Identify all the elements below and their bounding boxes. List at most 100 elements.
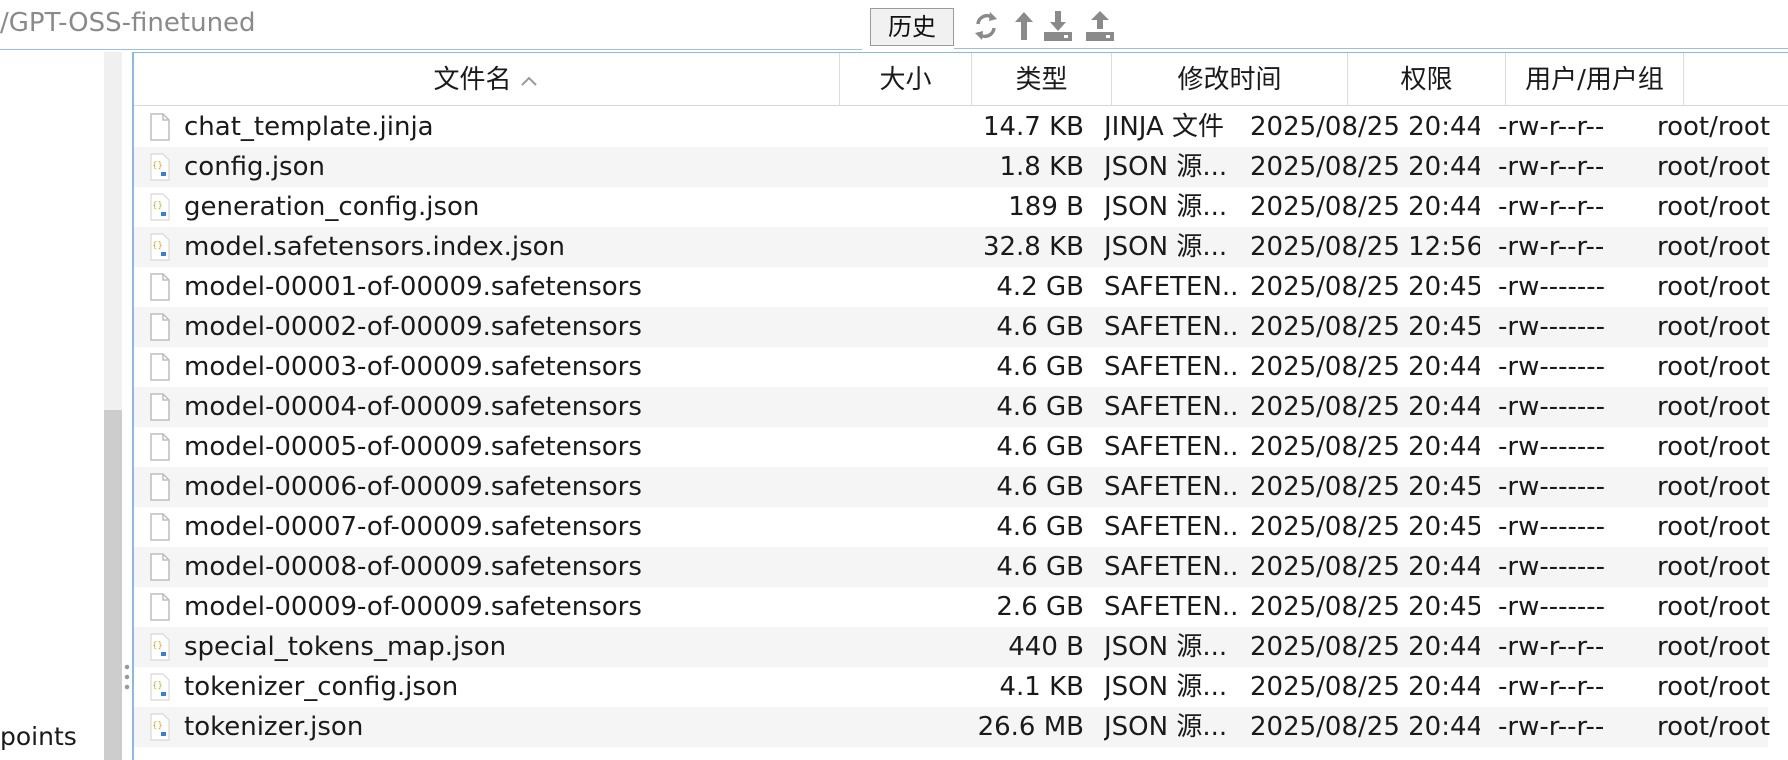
file-icon xyxy=(148,353,172,381)
file-modified: 2025/08/25 12:56 xyxy=(1250,232,1480,262)
table-row[interactable]: {} config.json 1.8 KB JSON 源... 2025/08/25 2… xyxy=(134,147,1770,187)
json-file-icon: {} xyxy=(148,713,172,741)
directory-tree-pane[interactable] xyxy=(0,52,104,760)
table-row[interactable]: model-00001-of-00009.safetensors 4.2 GB SA… xyxy=(134,267,1770,307)
column-header-type[interactable]: 类型 xyxy=(972,53,1112,105)
up-directory-icon[interactable] xyxy=(1008,8,1040,44)
svg-text:{}: {} xyxy=(152,161,163,171)
file-name: tokenizer_config.json xyxy=(184,672,459,702)
pane-splitter[interactable] xyxy=(122,52,132,760)
file-permissions: -rw------- xyxy=(1498,392,1606,422)
file-name: model-00003-of-00009.safetensors xyxy=(184,352,642,382)
file-permissions: -rw------- xyxy=(1498,552,1606,582)
table-row[interactable]: model-00006-of-00009.safetensors 4.6 GB SA… xyxy=(134,467,1770,507)
table-header: 文件名 大小 类型 修改时间 权限 用户/用户组 xyxy=(134,53,1788,106)
file-list: chat_template.jinja 14.7 KB JINJA 文件 2025/0… xyxy=(134,107,1770,747)
file-name: model-00002-of-00009.safetensors xyxy=(184,312,642,342)
svg-text:{}: {} xyxy=(152,641,163,651)
table-row[interactable]: {} tokenizer.json 26.6 MB JSON 源... 2025/08/… xyxy=(134,707,1770,747)
file-owner: root/root xyxy=(1657,432,1771,462)
file-modified: 2025/08/25 20:45 xyxy=(1250,312,1480,342)
file-permissions: -rw------- xyxy=(1498,312,1606,342)
file-permissions: -rw------- xyxy=(1498,512,1606,542)
file-size: 440 B xyxy=(1008,632,1084,662)
file-permissions: -rw------- xyxy=(1498,472,1606,502)
file-name: tokenizer.json xyxy=(184,712,364,742)
file-icon xyxy=(148,593,172,621)
file-owner: root/root xyxy=(1657,392,1771,422)
history-button[interactable]: 历史 xyxy=(870,8,954,46)
file-type: JSON 源... xyxy=(1104,192,1228,222)
json-file-icon: {} xyxy=(148,673,172,701)
table-row[interactable]: model-00005-of-00009.safetensors 4.6 GB SA… xyxy=(134,427,1770,467)
table-row[interactable]: {} generation_config.json 189 B JSON 源... 20… xyxy=(134,187,1770,227)
file-permissions: -rw------- xyxy=(1498,272,1606,302)
file-permissions: -rw------- xyxy=(1498,432,1606,462)
column-header-name-label: 文件名 xyxy=(433,65,512,95)
table-row[interactable]: chat_template.jinja 14.7 KB JINJA 文件 2025/0… xyxy=(134,107,1770,147)
json-file-icon: {} xyxy=(148,153,172,181)
file-owner: root/root xyxy=(1657,352,1771,382)
upload-icon[interactable] xyxy=(1084,8,1116,44)
file-modified: 2025/08/25 20:44 xyxy=(1250,352,1480,382)
tree-scrollbar-thumb[interactable] xyxy=(104,410,122,760)
file-size: 4.2 GB xyxy=(996,272,1084,302)
file-modified: 2025/08/25 20:44 xyxy=(1250,192,1480,222)
file-icon xyxy=(148,513,172,541)
file-name: model-00006-of-00009.safetensors xyxy=(184,472,642,502)
file-type: SAFETEN... xyxy=(1104,592,1240,622)
file-icon xyxy=(148,113,172,141)
column-header-name[interactable]: 文件名 xyxy=(134,53,840,105)
file-size: 4.6 GB xyxy=(996,472,1084,502)
file-permissions: -rw-r--r-- xyxy=(1498,672,1605,702)
file-size: 4.6 GB xyxy=(996,432,1084,462)
refresh-icon[interactable] xyxy=(970,8,1002,44)
table-row[interactable]: {} tokenizer_config.json 4.1 KB JSON 源... 20… xyxy=(134,667,1770,707)
file-name: model-00004-of-00009.safetensors xyxy=(184,392,642,422)
file-type: JSON 源... xyxy=(1104,672,1228,702)
file-modified: 2025/08/25 20:45 xyxy=(1250,472,1480,502)
table-row[interactable]: model-00008-of-00009.safetensors 4.6 GB SA… xyxy=(134,547,1770,587)
download-icon[interactable] xyxy=(1042,8,1074,44)
file-modified: 2025/08/25 20:44 xyxy=(1250,392,1480,422)
column-header-size[interactable]: 大小 xyxy=(840,53,972,105)
path-field[interactable]: /GPT-OSS-finetuned xyxy=(0,0,862,50)
file-owner: root/root xyxy=(1657,592,1771,622)
file-permissions: -rw-r--r-- xyxy=(1498,232,1605,262)
file-name: model-00008-of-00009.safetensors xyxy=(184,552,642,582)
svg-text:{}: {} xyxy=(152,721,163,731)
file-name: chat_template.jinja xyxy=(184,112,434,142)
table-row[interactable]: model-00007-of-00009.safetensors 4.6 GB SA… xyxy=(134,507,1770,547)
table-row[interactable]: model-00009-of-00009.safetensors 2.6 GB SA… xyxy=(134,587,1770,627)
file-type: SAFETEN... xyxy=(1104,312,1240,342)
file-type: SAFETEN... xyxy=(1104,352,1240,382)
file-type: SAFETEN... xyxy=(1104,512,1240,542)
file-size: 4.6 GB xyxy=(996,512,1084,542)
table-row[interactable]: model-00004-of-00009.safetensors 4.6 GB SA… xyxy=(134,387,1770,427)
file-permissions: -rw-r--r-- xyxy=(1498,632,1605,662)
table-row[interactable]: {} special_tokens_map.json 440 B JSON 源... 2… xyxy=(134,627,1770,667)
file-owner: root/root xyxy=(1657,512,1771,542)
column-header-modified[interactable]: 修改时间 xyxy=(1112,53,1348,105)
file-size: 4.6 GB xyxy=(996,312,1084,342)
file-name: model-00009-of-00009.safetensors xyxy=(184,592,642,622)
json-file-icon: {} xyxy=(148,233,172,261)
file-owner: root/root xyxy=(1657,152,1771,182)
sort-ascending-icon xyxy=(518,70,540,92)
table-row[interactable]: {} model.safetensors.index.json 32.8 KB JSO… xyxy=(134,227,1770,267)
file-type: SAFETEN... xyxy=(1104,272,1240,302)
file-size: 4.6 GB xyxy=(996,552,1084,582)
column-header-owner[interactable]: 用户/用户组 xyxy=(1506,53,1684,105)
file-size: 4.6 GB xyxy=(996,352,1084,382)
file-permissions: -rw-r--r-- xyxy=(1498,712,1605,742)
column-header-permissions[interactable]: 权限 xyxy=(1348,53,1506,105)
file-name: model.safetensors.index.json xyxy=(184,232,566,262)
tree-item-label[interactable]: points xyxy=(0,722,77,751)
file-name: special_tokens_map.json xyxy=(184,632,507,662)
table-row[interactable]: model-00002-of-00009.safetensors 4.6 GB SA… xyxy=(134,307,1770,347)
file-owner: root/root xyxy=(1657,272,1771,302)
file-owner: root/root xyxy=(1657,312,1771,342)
file-modified: 2025/08/25 20:44 xyxy=(1250,712,1480,742)
table-row[interactable]: model-00003-of-00009.safetensors 4.6 GB SA… xyxy=(134,347,1770,387)
file-type: JSON 源... xyxy=(1104,712,1228,742)
